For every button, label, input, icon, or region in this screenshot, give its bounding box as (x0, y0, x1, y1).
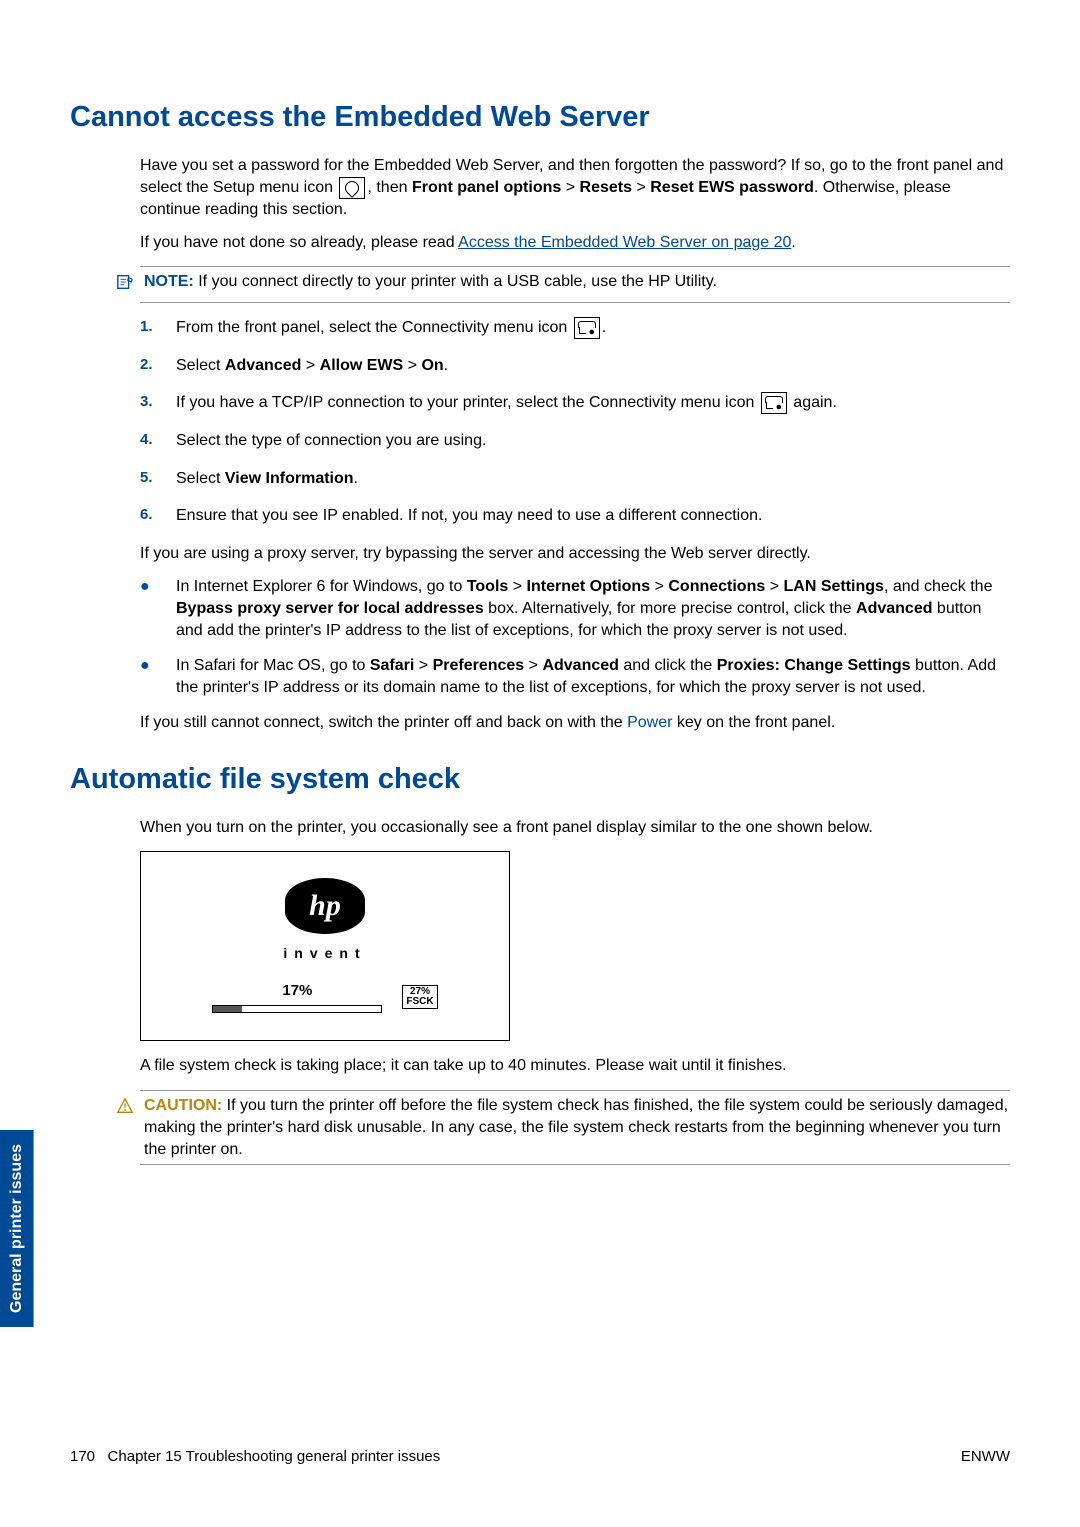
bullet-dot: ● (140, 655, 176, 677)
step-num: 2. (140, 355, 176, 375)
t: View Information (225, 470, 354, 487)
page-body: Cannot access the Embedded Web Server Ha… (0, 0, 1080, 1239)
t: > (655, 578, 664, 595)
t: If you have a TCP/IP connection to your … (176, 394, 759, 411)
t: Resets (580, 179, 632, 196)
step-num: 3. (140, 392, 176, 412)
caution-label: CAUTION: (144, 1097, 222, 1114)
step-num: 4. (140, 430, 176, 450)
front-panel-display: hp invent 17% 27% FSCK (140, 851, 510, 1041)
t: LAN Settings (784, 578, 884, 595)
still-cannot: If you still cannot connect, switch the … (140, 712, 1010, 734)
t: > (419, 657, 428, 674)
t: From the front panel, select the Connect… (176, 319, 572, 336)
proxy-intro: If you are using a proxy server, try byp… (140, 543, 1010, 565)
progress-bar (212, 1005, 382, 1013)
step-1: 1. From the front panel, select the Conn… (140, 317, 1010, 339)
bullet-safari: ● In Safari for Mac OS, go to Safari > P… (140, 655, 1010, 698)
t: Preferences (433, 657, 525, 674)
power-key: Power (627, 714, 672, 731)
connectivity-menu-icon (761, 392, 787, 414)
step-5: 5. Select View Information. (140, 468, 1010, 490)
t: Internet Options (527, 578, 651, 595)
step-num: 5. (140, 468, 176, 488)
t: Advanced (225, 357, 301, 374)
t: Bypass proxy server for local addresses (176, 600, 484, 617)
step-num: 6. (140, 505, 176, 525)
t: . (354, 470, 358, 487)
page-number: 170 (70, 1448, 95, 1465)
link-access-ews[interactable]: Access the Embedded Web Server on page 2… (458, 234, 791, 251)
invent-text: invent (283, 944, 366, 963)
step-num: 1. (140, 317, 176, 337)
t: > (306, 357, 315, 374)
fsck-badge: 27% FSCK (402, 985, 437, 1009)
t: > (529, 657, 538, 674)
t: Front panel options (412, 179, 561, 196)
t: Tools (467, 578, 508, 595)
steps-list: 1. From the front panel, select the Conn… (140, 317, 1010, 527)
intro-para: Have you set a password for the Embedded… (140, 155, 1010, 220)
side-tab: General printer issues (0, 1130, 34, 1327)
t: If you have not done so already, please … (140, 234, 458, 251)
heading-ews: Cannot access the Embedded Web Server (70, 98, 1010, 137)
t: . (791, 234, 795, 251)
t: . (444, 357, 448, 374)
setup-menu-icon (339, 177, 365, 199)
t: Advanced (856, 600, 932, 617)
t: Allow EWS (320, 357, 404, 374)
t: Select (176, 470, 225, 487)
t: > (513, 578, 522, 595)
step-2: 2. Select Advanced > Allow EWS > On. (140, 355, 1010, 377)
t: box. Alternatively, for more precise con… (484, 600, 856, 617)
t: Select (176, 357, 225, 374)
t: In Safari for Mac OS, go to (176, 657, 370, 674)
bullet-list: ● In Internet Explorer 6 for Windows, go… (140, 576, 1010, 698)
t: Proxies: Change Settings (717, 657, 911, 674)
t: Connections (668, 578, 765, 595)
t: > (770, 578, 779, 595)
t: again. (789, 394, 837, 411)
t: key on the front panel. (672, 714, 835, 731)
note-label: NOTE: (144, 273, 194, 290)
note-text: If you connect directly to your printer … (198, 273, 717, 290)
t: Advanced (542, 657, 618, 674)
t: . (602, 319, 606, 336)
connectivity-menu-icon (574, 317, 600, 339)
heading-fsck: Automatic file system check (70, 760, 1010, 799)
progress-percent: 17% (212, 981, 382, 1001)
t: If you still cannot connect, switch the … (140, 714, 627, 731)
footer-right: ENWW (961, 1447, 1010, 1467)
t: Reset EWS password (650, 179, 814, 196)
t: Ensure that you see IP enabled. If not, … (176, 505, 1010, 527)
fsck-after: A file system check is taking place; it … (140, 1055, 1010, 1077)
t: FSCK (406, 997, 433, 1007)
bullet-ie: ● In Internet Explorer 6 for Windows, go… (140, 576, 1010, 641)
note-icon (116, 273, 136, 298)
fsck-intro: When you turn on the printer, you occasi… (140, 817, 1010, 839)
step-3: 3. If you have a TCP/IP connection to yo… (140, 392, 1010, 414)
page-footer: 170 Chapter 15 Troubleshooting general p… (70, 1447, 1010, 1467)
chapter-title: Chapter 15 Troubleshooting general print… (108, 1448, 441, 1465)
t: and click the (619, 657, 717, 674)
t: > (566, 179, 575, 196)
read-para: If you have not done so already, please … (140, 232, 1010, 254)
t: > (636, 179, 645, 196)
t: , then (367, 179, 411, 196)
caution-icon (116, 1097, 136, 1122)
t: On (421, 357, 443, 374)
caution-text: If you turn the printer off before the f… (144, 1097, 1008, 1157)
caution-box: CAUTION: If you turn the printer off bef… (140, 1090, 1010, 1165)
t: > (408, 357, 417, 374)
t: Select the type of connection you are us… (176, 430, 1010, 452)
step-6: 6. Ensure that you see IP enabled. If no… (140, 505, 1010, 527)
step-4: 4. Select the type of connection you are… (140, 430, 1010, 452)
t: , and check the (884, 578, 993, 595)
bullet-dot: ● (140, 576, 176, 598)
note-box: NOTE: If you connect directly to your pr… (140, 266, 1010, 303)
t: Safari (370, 657, 414, 674)
hp-logo-icon: hp (285, 878, 365, 934)
t: In Internet Explorer 6 for Windows, go t… (176, 578, 467, 595)
